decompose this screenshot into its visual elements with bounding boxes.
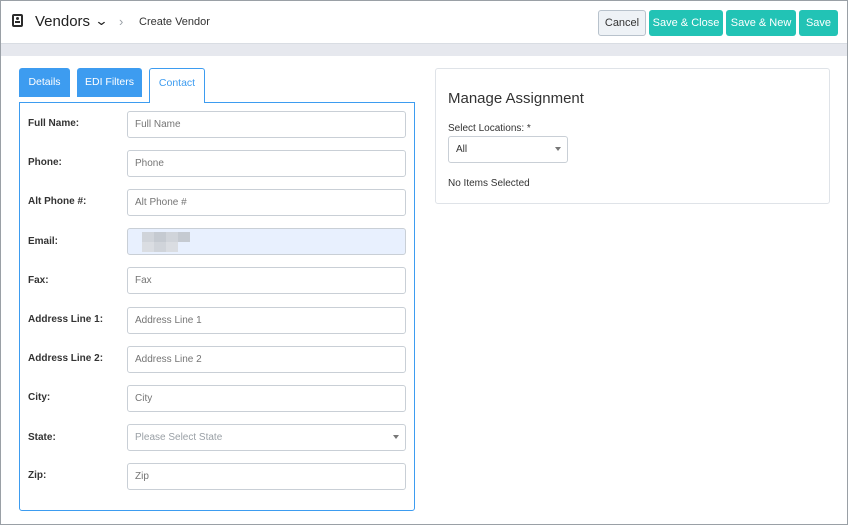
address-line-2-input[interactable] bbox=[127, 346, 406, 373]
phone-input[interactable] bbox=[127, 150, 406, 177]
cancel-button[interactable]: Cancel bbox=[598, 10, 646, 36]
tab-contact[interactable]: Contact bbox=[149, 68, 205, 103]
city-input[interactable] bbox=[127, 385, 406, 412]
zip-label: Zip: bbox=[28, 470, 47, 481]
fax-input[interactable] bbox=[127, 267, 406, 294]
save-close-button[interactable]: Save & Close bbox=[649, 10, 723, 36]
email-label: Email: bbox=[28, 236, 59, 247]
alt-phone-label: Alt Phone #: bbox=[28, 196, 87, 207]
save-new-button[interactable]: Save & New bbox=[726, 10, 796, 36]
city-label: City: bbox=[28, 392, 51, 403]
breadcrumb: Create Vendor bbox=[139, 16, 210, 28]
top-header: Vendors ⌄ › Create Vendor Cancel Save & … bbox=[1, 1, 847, 44]
page-title[interactable]: Vendors bbox=[35, 13, 90, 30]
caret-down-icon bbox=[555, 147, 561, 151]
vendor-contact-icon bbox=[12, 14, 23, 27]
fax-label: Fax: bbox=[28, 275, 49, 286]
locations-select-value: All bbox=[456, 144, 468, 155]
header-divider-band bbox=[1, 44, 847, 56]
chevron-down-icon[interactable]: ⌄ bbox=[94, 13, 108, 29]
alt-phone-input[interactable] bbox=[127, 189, 406, 216]
state-select-placeholder: Please Select State bbox=[135, 432, 223, 443]
no-items-message: No Items Selected bbox=[448, 178, 530, 189]
full-name-label: Full Name: bbox=[28, 118, 80, 129]
tab-details[interactable]: Details bbox=[19, 68, 70, 97]
state-select[interactable]: Please Select State bbox=[127, 424, 406, 451]
save-button[interactable]: Save bbox=[799, 10, 838, 36]
phone-label: Phone: bbox=[28, 157, 62, 168]
locations-select[interactable]: All bbox=[448, 136, 568, 163]
chevron-right-icon: › bbox=[119, 14, 124, 29]
caret-down-icon bbox=[393, 435, 399, 439]
state-label: State: bbox=[28, 432, 56, 443]
address-line-2-label: Address Line 2: bbox=[28, 353, 104, 364]
select-locations-label: Select Locations: * bbox=[448, 123, 531, 134]
address-line-1-label: Address Line 1: bbox=[28, 314, 104, 325]
full-name-input[interactable] bbox=[127, 111, 406, 138]
address-line-1-input[interactable] bbox=[127, 307, 406, 334]
redacted-email-value bbox=[142, 232, 190, 252]
tab-edi-filters[interactable]: EDI Filters bbox=[77, 68, 142, 97]
manage-assignment-title: Manage Assignment bbox=[448, 90, 584, 107]
zip-input[interactable] bbox=[127, 463, 406, 490]
email-field[interactable] bbox=[127, 228, 406, 255]
